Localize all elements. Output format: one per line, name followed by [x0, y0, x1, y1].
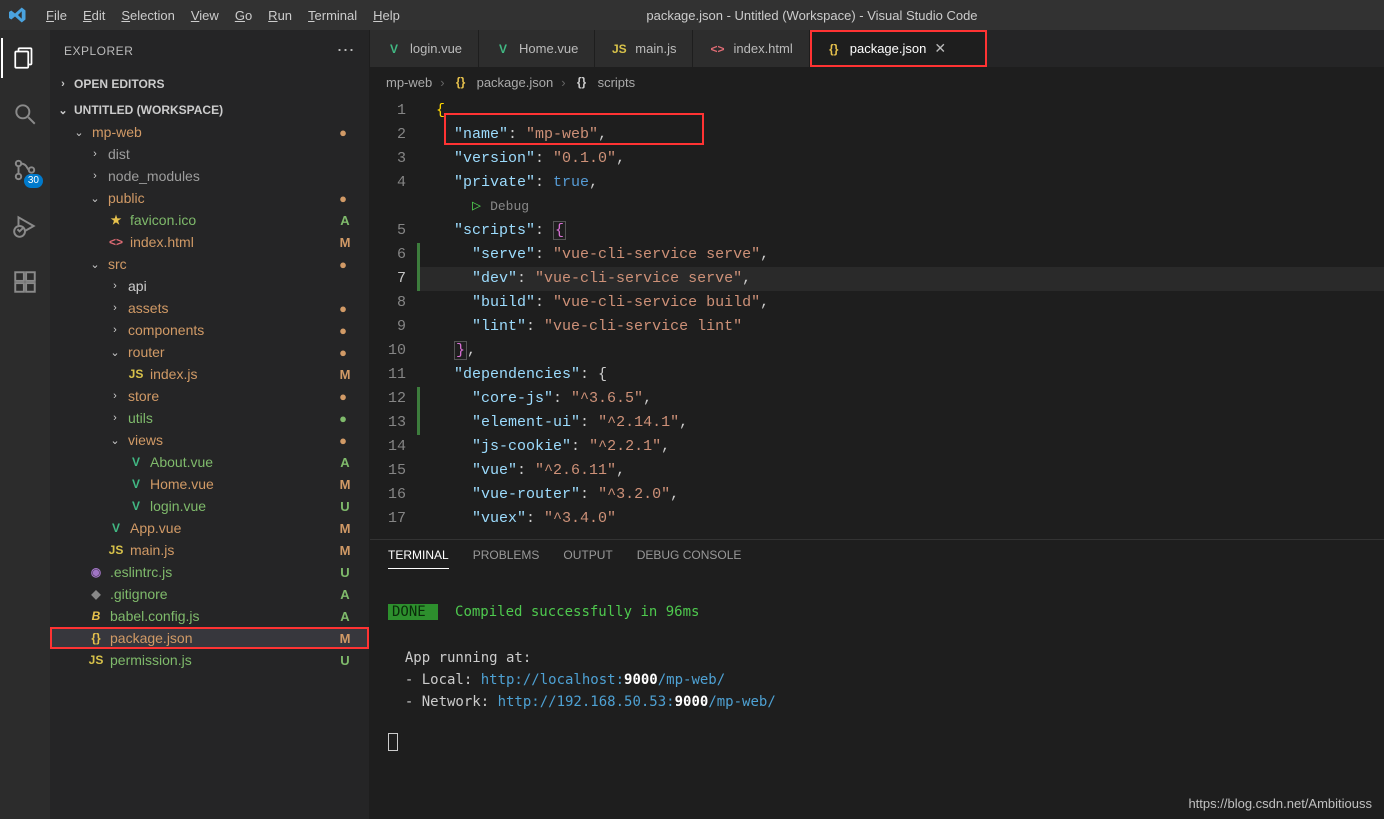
activity-extensions[interactable]: [1, 262, 49, 302]
sidebar-more-icon[interactable]: ⋯: [337, 40, 356, 61]
file-gitignore[interactable]: ◆.gitignoreA: [50, 583, 369, 605]
sidebar-title: EXPLORER: [64, 44, 133, 58]
file-router-indexjs[interactable]: JSindex.jsM: [50, 363, 369, 385]
file-app[interactable]: VApp.vueM: [50, 517, 369, 539]
vscode-icon: [8, 5, 28, 25]
file-favicon[interactable]: ★favicon.icoA: [50, 209, 369, 231]
folder-store[interactable]: ›store●: [50, 385, 369, 407]
folder-dist[interactable]: ›dist: [50, 143, 369, 165]
scm-badge: 30: [24, 174, 43, 188]
tab-mainjs[interactable]: JSmain.js: [595, 30, 693, 67]
folder-node-modules[interactable]: ›node_modules: [50, 165, 369, 187]
folder-mpweb[interactable]: ⌄mp-web●: [50, 121, 369, 143]
window-title: package.json - Untitled (Workspace) - Vi…: [408, 8, 1216, 23]
menu-help[interactable]: Help: [365, 8, 408, 23]
file-indexhtml[interactable]: <>index.htmlM: [50, 231, 369, 253]
file-about[interactable]: VAbout.vueA: [50, 451, 369, 473]
done-badge: DONE: [388, 604, 438, 620]
file-babel[interactable]: Bbabel.config.jsA: [50, 605, 369, 627]
folder-views[interactable]: ⌄views●: [50, 429, 369, 451]
code-body[interactable]: { "name": "mp-web", "version": "0.1.0", …: [420, 97, 1384, 539]
menu-terminal[interactable]: Terminal: [300, 8, 365, 23]
menu-view[interactable]: View: [183, 8, 227, 23]
menu-selection[interactable]: Selection: [113, 8, 182, 23]
file-home[interactable]: VHome.vueM: [50, 473, 369, 495]
panel-tab-terminal[interactable]: TERMINAL: [388, 548, 449, 569]
tab-home[interactable]: VHome.vue: [479, 30, 595, 67]
activity-search[interactable]: [1, 94, 49, 134]
bottom-panel: TERMINAL PROBLEMS OUTPUT DEBUG CONSOLE D…: [370, 539, 1384, 819]
folder-api[interactable]: ›api: [50, 275, 369, 297]
folder-public[interactable]: ⌄public●: [50, 187, 369, 209]
line-gutter: 1 2 3 4 5 6 7 8 9 10 11 12 13 14 15 16 1…: [370, 97, 420, 539]
activity-scm[interactable]: 30: [1, 150, 49, 190]
file-permission[interactable]: JSpermission.jsU: [50, 649, 369, 671]
code-editor[interactable]: 1 2 3 4 5 6 7 8 9 10 11 12 13 14 15 16 1…: [370, 97, 1384, 539]
open-editors-section[interactable]: ›OPEN EDITORS: [50, 73, 369, 95]
breadcrumb[interactable]: mp-web› {}package.json› {}scripts: [370, 68, 1384, 97]
file-login[interactable]: Vlogin.vueU: [50, 495, 369, 517]
panel-tab-debug[interactable]: DEBUG CONSOLE: [637, 548, 742, 569]
activity-debug[interactable]: [1, 206, 49, 246]
terminal-cursor: [388, 733, 398, 751]
activity-bar: 30: [0, 30, 50, 819]
close-icon[interactable]: ✕: [934, 40, 946, 57]
folder-src[interactable]: ⌄src●: [50, 253, 369, 275]
menu-go[interactable]: Go: [227, 8, 260, 23]
file-mainjs[interactable]: JSmain.jsM: [50, 539, 369, 561]
file-packagejson[interactable]: {}package.jsonM: [50, 627, 369, 649]
tab-login[interactable]: Vlogin.vue: [370, 30, 479, 67]
menu-file[interactable]: File: [38, 8, 75, 23]
folder-assets[interactable]: ›assets●: [50, 297, 369, 319]
folder-router[interactable]: ⌄router●: [50, 341, 369, 363]
folder-components[interactable]: ›components●: [50, 319, 369, 341]
tab-indexhtml[interactable]: <>index.html: [693, 30, 809, 67]
folder-utils[interactable]: ›utils●: [50, 407, 369, 429]
menu-run[interactable]: Run: [260, 8, 300, 23]
watermark: https://blog.csdn.net/Ambitiouss: [1188, 796, 1372, 811]
tab-packagejson[interactable]: {}package.json✕: [810, 30, 987, 67]
panel-tab-output[interactable]: OUTPUT: [563, 548, 612, 569]
sidebar: EXPLORER ⋯ ›OPEN EDITORS ⌄UNTITLED (WORK…: [50, 30, 370, 819]
terminal-body[interactable]: DONE Compiled successfully in 96ms App r…: [370, 573, 1384, 819]
titlebar: File Edit Selection View Go Run Terminal…: [0, 0, 1384, 30]
menu-edit[interactable]: Edit: [75, 8, 113, 23]
workspace-section[interactable]: ⌄UNTITLED (WORKSPACE): [50, 99, 369, 121]
activity-explorer[interactable]: [1, 38, 49, 78]
editor-area: Vlogin.vue VHome.vue JSmain.js <>index.h…: [370, 30, 1384, 819]
editor-tabs: Vlogin.vue VHome.vue JSmain.js <>index.h…: [370, 30, 1384, 68]
panel-tab-problems[interactable]: PROBLEMS: [473, 548, 540, 569]
file-eslintrc[interactable]: ◉.eslintrc.jsU: [50, 561, 369, 583]
